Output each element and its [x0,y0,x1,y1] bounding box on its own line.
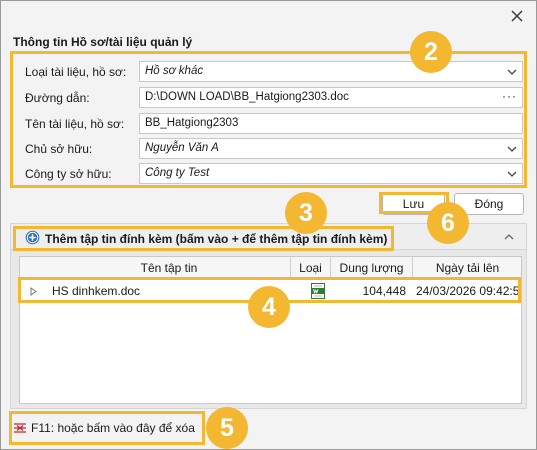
grid-header: Tên tập tin Loại Dung lượng Ngày tải lên [20,257,521,279]
annotation-badge-6: 6 [427,202,469,244]
close-icon[interactable] [506,5,528,27]
highlight-frame-form [10,51,527,188]
annotation-badge-4: 4 [248,286,290,328]
dialog-window: Thông tin Hồ sơ/tài liệu quản lý Loại tà… [0,0,537,450]
annotation-badge-5: 5 [206,407,248,449]
chevron-up-icon[interactable] [504,232,514,242]
column-header-size[interactable]: Dung lượng [330,257,412,279]
highlight-frame-add [13,226,394,251]
annotation-badge-3: 3 [285,192,327,234]
column-header-uploaded[interactable]: Ngày tải lên [412,257,522,279]
column-header-filename[interactable]: Tên tập tin [48,257,290,279]
column-header-type[interactable]: Loại [290,257,330,279]
section-title: Thông tin Hồ sơ/tài liệu quản lý [13,35,193,49]
annotation-badge-2: 2 [410,31,452,73]
highlight-frame-delete [9,411,205,445]
